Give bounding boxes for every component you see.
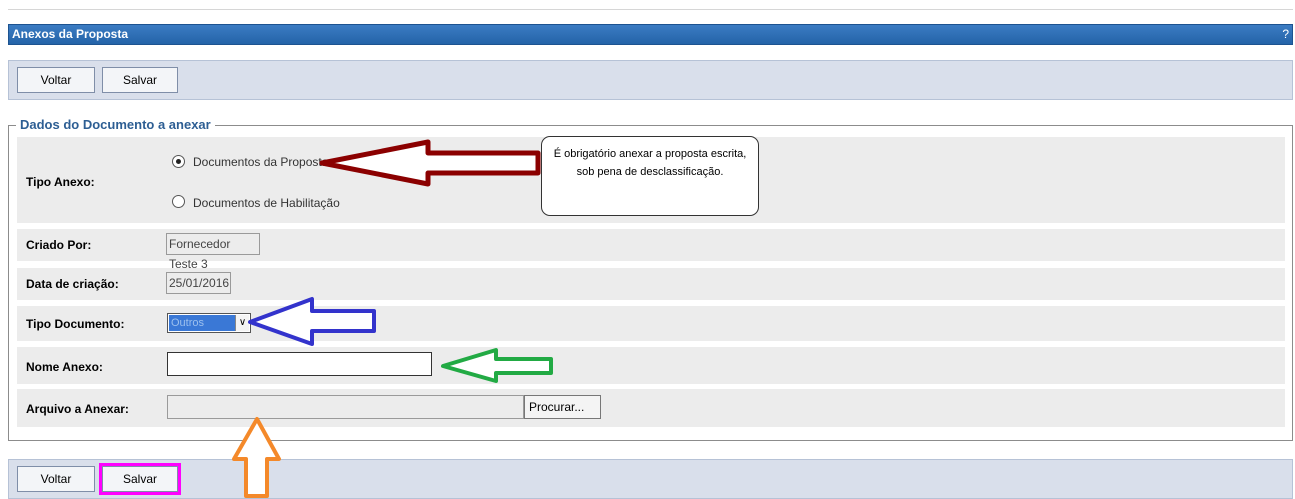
annotation-arrows	[232, 139, 553, 498]
annotation-arrow-green-icon	[441, 348, 553, 383]
annotation-arrow-orange-icon	[232, 417, 281, 498]
annotation-arrow-red-icon	[319, 139, 541, 187]
annotation-arrow-blue-icon	[248, 297, 376, 346]
